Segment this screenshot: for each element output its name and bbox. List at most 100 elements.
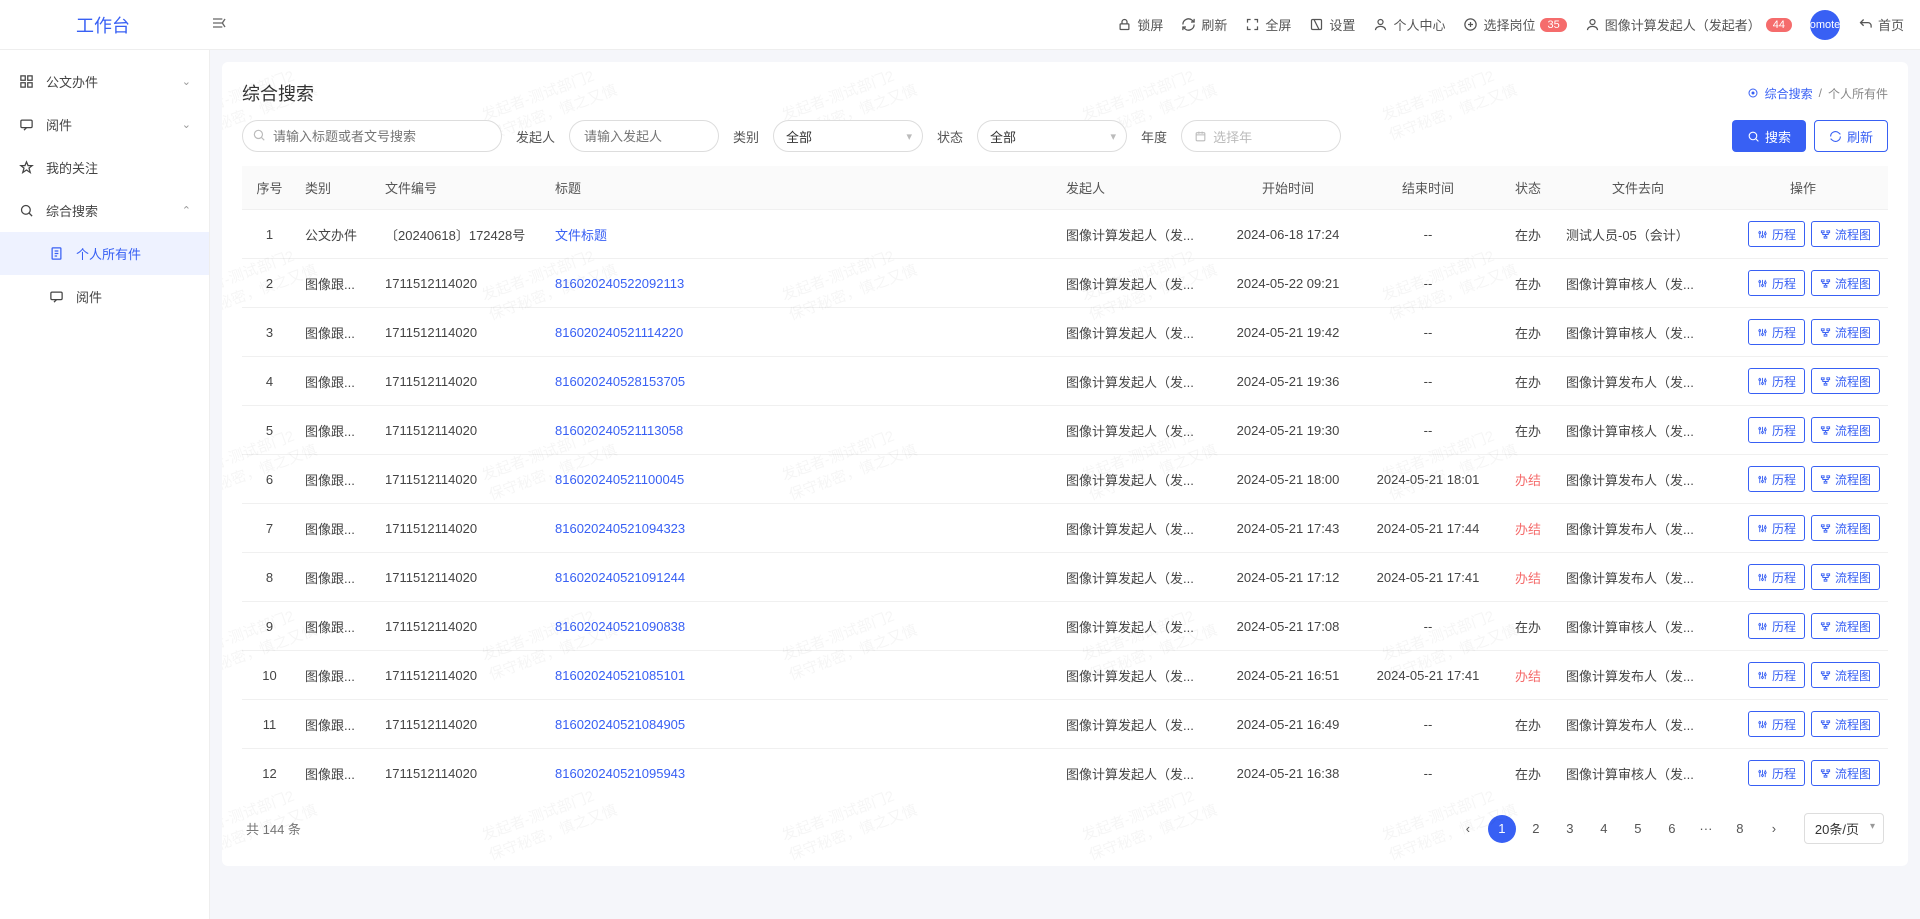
sidebar-item-3[interactable]: 综合搜索 ⌃ — [0, 189, 209, 232]
sidebar-item-5[interactable]: 阅件 — [0, 275, 209, 318]
cell-end: 2024-05-21 17:44 — [1358, 504, 1498, 553]
history-button[interactable]: 历程 — [1748, 662, 1805, 688]
title-link[interactable]: 8160202405210​85101 — [555, 668, 685, 683]
type-label: 类别 — [733, 127, 759, 146]
flow-button[interactable]: 流程图 — [1811, 221, 1880, 247]
cell-idx: 2 — [242, 259, 297, 308]
avatar[interactable]: omote — [1810, 10, 1840, 40]
year-select[interactable]: 选择年 — [1181, 120, 1341, 152]
history-button[interactable]: 历程 — [1748, 319, 1805, 345]
cell-dest: 图像计算审核人（发... — [1558, 308, 1718, 357]
flow-button[interactable]: 流程图 — [1811, 711, 1880, 737]
history-button[interactable]: 历程 — [1748, 466, 1805, 492]
page-6[interactable]: 6 — [1658, 815, 1686, 843]
flow-button[interactable]: 流程图 — [1811, 662, 1880, 688]
cell-end: -- — [1358, 406, 1498, 455]
history-button[interactable]: 历程 — [1748, 564, 1805, 590]
page-···[interactable]: ··· — [1692, 815, 1720, 843]
col-8: 文件去向 — [1558, 166, 1718, 210]
title-link[interactable]: 8160202405210​90838 — [555, 619, 685, 634]
title-link[interactable]: 8160202405211​14220 — [555, 325, 683, 340]
cell-type: 图像跟... — [297, 504, 377, 553]
history-button[interactable]: 历程 — [1748, 515, 1805, 541]
flow-button[interactable]: 流程图 — [1811, 368, 1880, 394]
cell-docnum: 1711512114020 — [377, 455, 547, 504]
app-logo: 工作台 — [16, 12, 211, 38]
fullscreen-icon — [1245, 17, 1260, 32]
cell-ops: 历程 流程图 — [1718, 357, 1888, 406]
title-link[interactable]: 8160202405210​91244 — [555, 570, 685, 585]
cell-start: 2024-05-21 17:08 — [1218, 602, 1358, 651]
title-link[interactable]: 8160202405210​84905 — [555, 717, 685, 732]
history-button[interactable]: 历程 — [1748, 221, 1805, 247]
page-5[interactable]: 5 — [1624, 815, 1652, 843]
fullscreen-button[interactable]: 全屏 — [1245, 15, 1291, 34]
title-link[interactable]: 81602024052209​2113 — [555, 276, 684, 291]
flow-button[interactable]: 流程图 — [1811, 613, 1880, 639]
sidebar-item-4[interactable]: 个人所有件 — [0, 232, 209, 275]
history-button[interactable]: 历程 — [1748, 613, 1805, 639]
pagesize-select[interactable]: 20条/页▾ — [1804, 813, 1884, 844]
search-input[interactable] — [242, 120, 502, 152]
cell-end: -- — [1358, 749, 1498, 798]
flow-button[interactable]: 流程图 — [1811, 270, 1880, 296]
type-select[interactable]: 全部▾ — [773, 120, 923, 152]
chevron-up-icon: ⌃ — [182, 204, 191, 217]
sidebar-collapse-icon[interactable] — [211, 15, 241, 34]
cell-ops: 历程 流程图 — [1718, 455, 1888, 504]
cell-end: -- — [1358, 259, 1498, 308]
title-link[interactable]: 8160202405210​95943 — [555, 766, 685, 781]
title-link[interactable]: 8160202405281​53705 — [555, 374, 685, 389]
cell-end: -- — [1358, 602, 1498, 651]
page-8[interactable]: 8 — [1726, 815, 1754, 843]
history-button[interactable]: 历程 — [1748, 760, 1805, 786]
settings-button[interactable]: 设置 — [1309, 15, 1355, 34]
cell-docnum: 1711512114020 — [377, 357, 547, 406]
filter-bar: 发起人 类别 全部▾ 状态 全部▾ 年度 选择年 搜索 — [242, 120, 1888, 152]
flow-button[interactable]: 流程图 — [1811, 760, 1880, 786]
cell-status: 办结 — [1498, 504, 1558, 553]
flow-button[interactable]: 流程图 — [1811, 515, 1880, 541]
home-button[interactable]: 首页 — [1858, 15, 1904, 34]
lock-button[interactable]: 锁屏 — [1117, 15, 1163, 34]
selectpost-button[interactable]: 选择岗位 35 — [1463, 15, 1566, 34]
flow-button[interactable]: 流程图 — [1811, 319, 1880, 345]
title-link[interactable]: 8160202405211​00045 — [555, 472, 684, 487]
flow-button[interactable]: 流程图 — [1811, 417, 1880, 443]
page-2[interactable]: 2 — [1522, 815, 1550, 843]
col-7: 状态 — [1498, 166, 1558, 210]
refresh-filter-button[interactable]: 刷新 — [1814, 120, 1888, 152]
flow-button[interactable]: 流程图 — [1811, 466, 1880, 492]
history-button[interactable]: 历程 — [1748, 417, 1805, 443]
cell-status: 在办 — [1498, 749, 1558, 798]
title-link[interactable]: 8160202405210​94323 — [555, 521, 685, 536]
status-select[interactable]: 全部▾ — [977, 120, 1127, 152]
title-link[interactable]: 文件标题 — [555, 228, 607, 243]
page-next[interactable]: › — [1760, 815, 1788, 843]
cell-idx: 8 — [242, 553, 297, 602]
page-3[interactable]: 3 — [1556, 815, 1584, 843]
history-button[interactable]: 历程 — [1748, 711, 1805, 737]
starter-input[interactable] — [569, 120, 719, 152]
refresh-button[interactable]: 刷新 — [1181, 15, 1227, 34]
history-button[interactable]: 历程 — [1748, 270, 1805, 296]
cell-start: 2024-05-21 16:38 — [1218, 749, 1358, 798]
page-prev[interactable]: ‹ — [1454, 815, 1482, 843]
sidebar-item-2[interactable]: 我的关注 — [0, 146, 209, 189]
page-4[interactable]: 4 — [1590, 815, 1618, 843]
col-3: 标题 — [547, 166, 1058, 210]
search-button[interactable]: 搜索 — [1732, 120, 1806, 152]
sidebar-item-0[interactable]: 公文办件 ⌄ — [0, 60, 209, 103]
table-row: 4 图像跟... 1711512114020 8160202405281​537… — [242, 357, 1888, 406]
usercenter-button[interactable]: 个人中心 — [1373, 15, 1445, 34]
cell-start: 2024-06-18 17:24 — [1218, 210, 1358, 259]
breadcrumb-root[interactable]: 综合搜索 — [1765, 85, 1813, 102]
history-button[interactable]: 历程 — [1748, 368, 1805, 394]
flow-button[interactable]: 流程图 — [1811, 564, 1880, 590]
page-1[interactable]: 1 — [1488, 815, 1516, 843]
cell-starter: 图像计算发起人（发... — [1058, 455, 1218, 504]
role-button[interactable]: 图像计算发起人（发起者） 44 — [1585, 15, 1792, 34]
title-link[interactable]: 8160202405211​13058 — [555, 423, 683, 438]
cell-type: 图像跟... — [297, 749, 377, 798]
sidebar-item-1[interactable]: 阅件 ⌄ — [0, 103, 209, 146]
